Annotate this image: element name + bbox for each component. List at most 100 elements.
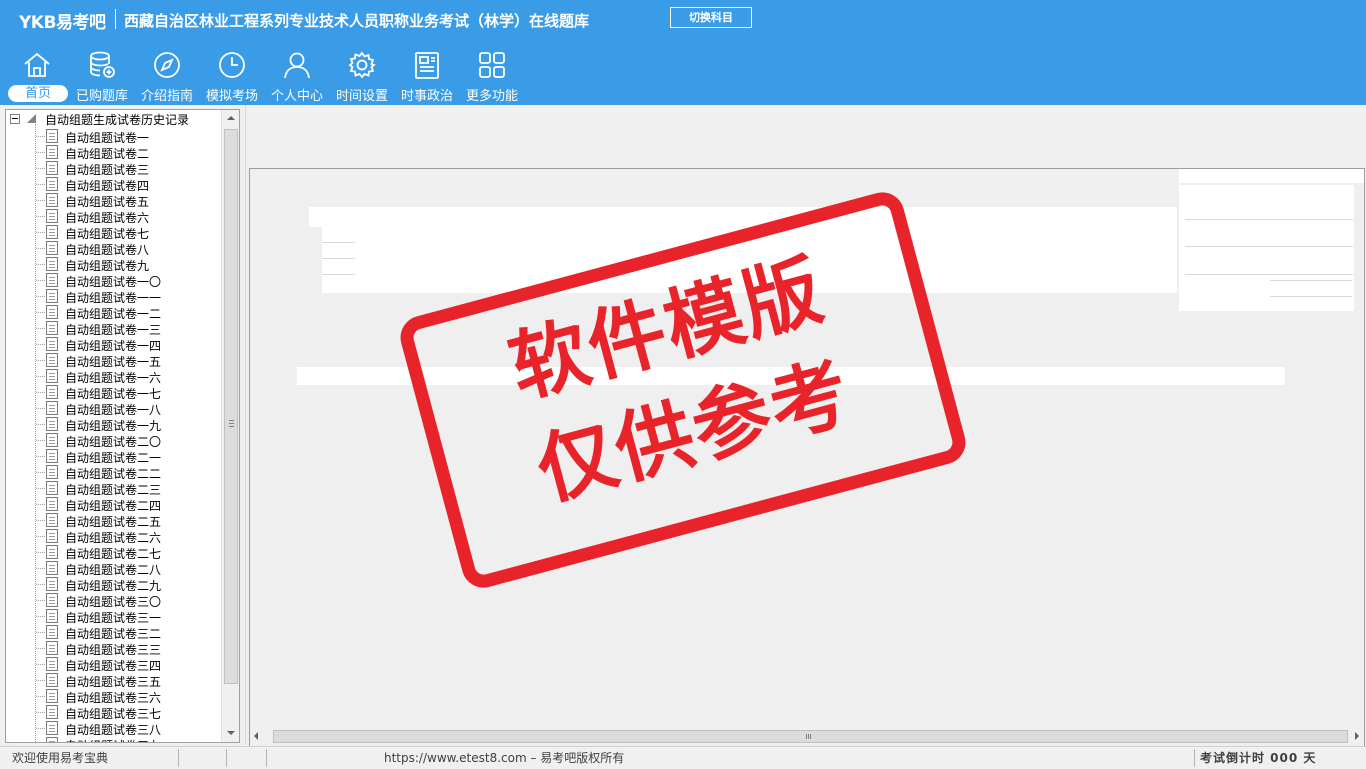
document-icon [46,673,58,687]
tree-item[interactable]: 自动组题试卷三一 [6,608,221,625]
clock-icon [217,50,247,80]
document-icon [46,385,58,399]
tree-item[interactable]: 自动组题试卷三六 [6,688,221,705]
toolbar-profile-button[interactable]: 个人中心 [265,47,329,104]
tree-item[interactable]: 自动组题试卷二四 [6,496,221,513]
tree-item[interactable]: 自动组题试卷二九 [6,576,221,593]
tree-item[interactable]: 自动组题试卷九 [6,256,221,273]
document-icon [46,497,58,511]
tree-item[interactable]: 自动组题试卷三二 [6,624,221,641]
toolbar-news-button[interactable]: 时事政治 [395,47,459,104]
scroll-right-arrow-icon[interactable] [1355,732,1359,740]
app-header: YKB易考吧 西藏自治区林业工程系列专业技术人员职称业务考试（林学）在线题库 切… [0,0,1366,105]
tree-item-label: 自动组题试卷三九 [65,737,161,742]
document-icon [46,593,58,607]
tree-scrollbar[interactable] [221,110,239,742]
status-welcome: 欢迎使用易考宝典 [12,751,109,765]
tree-item[interactable]: 自动组题试卷二三 [6,480,221,497]
tree-item[interactable]: 自动组题试卷三五 [6,672,221,689]
document-icon [46,625,58,639]
tree-item[interactable]: 自动组题试卷三七 [6,704,221,721]
document-icon [46,241,58,255]
gear-icon [347,50,377,80]
status-exam-countdown: 考试倒计时 000 天 [1200,751,1317,765]
tree-item[interactable]: 自动组题试卷一八 [6,400,221,417]
document-icon [46,705,58,719]
tree-item[interactable]: 自动组题试卷二二 [6,464,221,481]
tree-item[interactable]: 自动组题试卷三四 [6,656,221,673]
tree-item[interactable]: 自动组题试卷一二 [6,304,221,321]
tree-item[interactable]: 自动组题试卷一 [6,128,221,145]
document-icon [46,417,58,431]
toolbar-label: 介绍指南 [140,89,193,104]
document-icon [46,641,58,655]
tree-item[interactable]: 自动组题试卷二八 [6,560,221,577]
document-icon [46,561,58,575]
tree-item[interactable]: 自动组题试卷一九 [6,416,221,433]
document-icon [46,433,58,447]
document-icon [46,465,58,479]
main-horizontal-scrollbar[interactable] [251,728,1363,744]
scroll-left-arrow-icon[interactable] [254,732,258,740]
document-icon [46,513,58,527]
tree-item[interactable]: 自动组题试卷一六 [6,368,221,385]
scroll-up-arrow-icon[interactable] [222,110,239,127]
switch-subject-button[interactable]: 切换科目 [670,7,752,28]
tree-item[interactable]: 自动组题试卷一七 [6,384,221,401]
tree-item[interactable]: 自动组题试卷六 [6,208,221,225]
tree-root-label: 自动组题生成试卷历史记录 [45,113,190,127]
document-icon [46,401,58,415]
collapse-icon[interactable] [10,114,20,124]
document-icon [46,545,58,559]
panel-splitter[interactable] [240,105,246,745]
toolbar-label: 首页 [8,85,68,102]
toolbar-label: 已购题库 [75,89,128,104]
document-icon [46,289,58,303]
toolbar-more-button[interactable]: 更多功能 [460,47,524,104]
document-icon [46,209,58,223]
toolbar-label: 个人中心 [270,89,323,104]
tree-item[interactable]: 自动组题试卷八 [6,240,221,257]
document-icon [46,657,58,671]
tree-item[interactable]: 自动组题试卷三八 [6,720,221,737]
document-icon [46,577,58,591]
tree-item[interactable]: 自动组题试卷七 [6,224,221,241]
home-icon [22,50,52,80]
tree-item[interactable]: 自动组题试卷三九 [6,736,221,742]
tree-item[interactable]: 自动组题试卷四 [6,176,221,193]
logo-divider [115,9,116,29]
tree-item[interactable]: 自动组题试卷二〇 [6,432,221,449]
toolbar-mock-exam-button[interactable]: 模拟考场 [200,47,264,104]
document-icon [46,481,58,495]
tree-item[interactable]: 自动组题试卷三 [6,160,221,177]
tree-item[interactable]: 自动组题试卷一五 [6,352,221,369]
scroll-thumb[interactable] [273,730,1348,743]
tree-item[interactable]: 自动组题试卷五 [6,192,221,209]
app-title: 西藏自治区林业工程系列专业技术人员职称业务考试（林学）在线题库 [124,12,590,30]
tree-item[interactable]: 自动组题试卷三〇 [6,592,221,609]
document-icon [46,193,58,207]
tree-item[interactable]: 自动组题试卷二五 [6,512,221,529]
toolbar-home-button[interactable]: 首页 [5,47,69,103]
document-icon [46,721,58,735]
folder-icon [27,114,36,123]
tree-item[interactable]: 自动组题试卷一三 [6,320,221,337]
toolbar-purchased-button[interactable]: 已购题库 [70,47,134,104]
tree-item[interactable]: 自动组题试卷二六 [6,528,221,545]
toolbar-guide-button[interactable]: 介绍指南 [135,47,199,104]
grid-icon [477,50,507,80]
toolbar-label: 更多功能 [465,89,518,104]
tree-item[interactable]: 自动组题试卷二一 [6,448,221,465]
tree-item[interactable]: 自动组题试卷一〇 [6,272,221,289]
tree-item[interactable]: 自动组题试卷一四 [6,336,221,353]
tree-item[interactable]: 自动组题试卷一一 [6,288,221,305]
tree-item[interactable]: 自动组题试卷三三 [6,640,221,657]
document-icon [46,161,58,175]
scroll-down-arrow-icon[interactable] [222,725,239,742]
document-icon [46,177,58,191]
tree-item[interactable]: 自动组题试卷二七 [6,544,221,561]
scroll-thumb[interactable] [224,129,238,684]
toolbar-time-settings-button[interactable]: 时间设置 [330,47,394,104]
status-copyright: https://www.etest8.com – 易考吧版权所有 [384,751,625,765]
tree-item[interactable]: 自动组题试卷二 [6,144,221,161]
